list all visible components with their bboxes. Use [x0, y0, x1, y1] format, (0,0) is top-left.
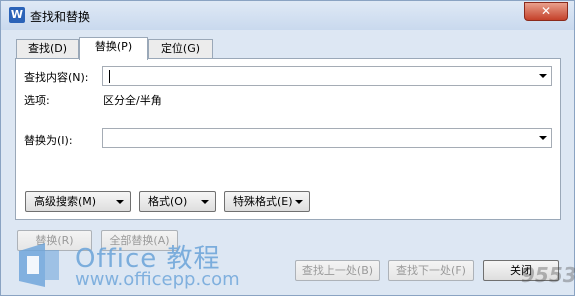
- find-input[interactable]: [102, 66, 552, 86]
- advanced-search-label: 高级搜索(M): [34, 195, 97, 208]
- replace-label: 替换为(I):: [24, 134, 73, 147]
- title-bar: W 查找和替换 ✕: [1, 1, 574, 30]
- watermark-url: www.officepp.com: [75, 269, 240, 290]
- format-label: 格式(O): [148, 195, 188, 208]
- text-caret: [109, 70, 110, 83]
- find-label: 查找内容(N):: [24, 71, 89, 84]
- replace-panel: 查找内容(N): 选项: 区分全/半角 替换为(I): 高级搜索(M) 格式(O…: [15, 58, 561, 220]
- find-replace-dialog: W 查找和替换 ✕ 查找(D) 替换(P) 定位(G) 查找内容(N): 选项:…: [0, 0, 575, 296]
- special-format-label: 特殊格式(E): [233, 195, 293, 208]
- close-window-button[interactable]: ✕: [524, 2, 568, 21]
- replace-input[interactable]: [102, 128, 552, 148]
- replace-button[interactable]: 替换(R): [17, 230, 92, 251]
- chevron-down-icon: [201, 200, 209, 204]
- chevron-down-icon: [295, 200, 303, 204]
- chevron-down-icon[interactable]: [539, 136, 547, 140]
- find-previous-button[interactable]: 查找上一处(B): [295, 260, 380, 281]
- tab-replace[interactable]: 替换(P): [79, 37, 148, 60]
- tab-find[interactable]: 查找(D): [16, 39, 79, 59]
- corner-watermark: 9553: [521, 263, 575, 287]
- replace-all-button[interactable]: 全部替换(A): [101, 230, 178, 251]
- tab-goto[interactable]: 定位(G): [148, 39, 213, 59]
- wps-writer-icon: W: [9, 7, 25, 23]
- find-next-button[interactable]: 查找下一处(F): [388, 260, 474, 281]
- options-label: 选项:: [24, 94, 50, 107]
- options-value: 区分全/半角: [103, 94, 162, 107]
- dialog-title: 查找和替换: [30, 10, 91, 24]
- advanced-search-button[interactable]: 高级搜索(M): [25, 191, 131, 212]
- format-button[interactable]: 格式(O): [139, 191, 216, 212]
- chevron-down-icon[interactable]: [539, 74, 547, 78]
- chevron-down-icon: [116, 200, 124, 204]
- special-format-button[interactable]: 特殊格式(E): [224, 191, 310, 212]
